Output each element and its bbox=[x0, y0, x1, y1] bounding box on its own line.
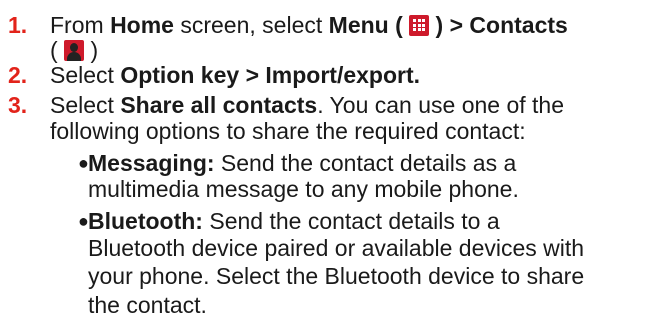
text: Send the contact details as a bbox=[214, 150, 517, 176]
bullet-line: Bluetooth: Send the contact details to a bbox=[88, 209, 500, 233]
contacts-label: ) > Contacts bbox=[429, 12, 568, 38]
bullet-line: multimedia message to any mobile phone. bbox=[88, 176, 519, 202]
instructions-page: 1. From Home screen, select Menu ( ) > C… bbox=[0, 0, 655, 333]
contacts-person-icon bbox=[64, 40, 85, 61]
step-number: 3. bbox=[8, 92, 28, 118]
bullet-line: your phone. Select the Bluetooth device … bbox=[88, 263, 585, 289]
bullet-label: Messaging: bbox=[88, 150, 215, 176]
menu-grid-icon bbox=[409, 15, 430, 36]
step-number: 1. bbox=[8, 12, 28, 38]
text: Select bbox=[50, 62, 121, 88]
step-1-line-2: ( ) bbox=[50, 38, 98, 62]
bullet-label: Bluetooth: bbox=[88, 208, 203, 234]
text: . You can use one of the bbox=[317, 92, 565, 118]
text: Send the contact details to a bbox=[202, 208, 500, 234]
text: ) bbox=[84, 37, 99, 63]
text: Select bbox=[50, 92, 121, 118]
option-key-label: Option key > Import/export. bbox=[120, 62, 421, 88]
bullet-line: Messaging: Send the contact details as a bbox=[88, 151, 516, 175]
step-3-line-1: Select Share all contacts. You can use o… bbox=[50, 93, 564, 117]
step-number: 2. bbox=[8, 62, 28, 88]
step-1-line-1: From Home screen, select Menu ( ) > Cont… bbox=[50, 13, 568, 37]
home-label: Home bbox=[110, 12, 174, 38]
share-all-contacts-label: Share all contacts bbox=[120, 92, 318, 118]
step-3-line-2: following options to share the required … bbox=[50, 118, 526, 144]
text: From bbox=[50, 12, 111, 38]
bullet-line: the contact. bbox=[88, 292, 207, 318]
text: ( bbox=[388, 12, 410, 38]
bullet-line: Bluetooth device paired or available dev… bbox=[88, 235, 585, 261]
text: screen, select bbox=[173, 12, 329, 38]
menu-label: Menu bbox=[328, 12, 389, 38]
step-2-line-1: Select Option key > Import/export. bbox=[50, 63, 420, 87]
text: ( bbox=[50, 37, 65, 63]
